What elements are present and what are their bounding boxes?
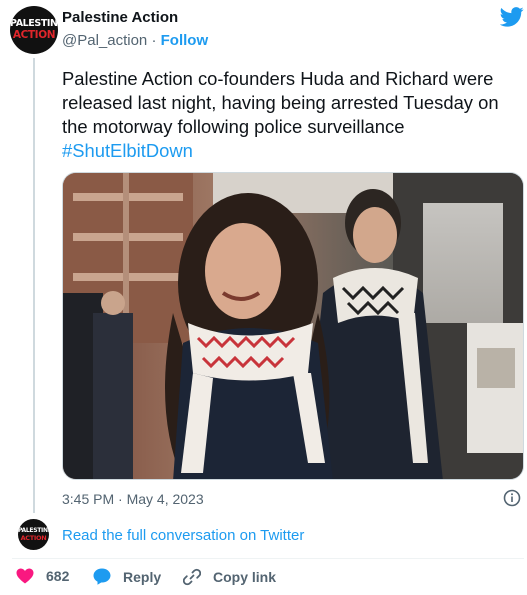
author-name[interactable]: Palestine Action: [62, 9, 178, 26]
reply-label: Reply: [123, 568, 162, 585]
tweet-body: Palestine Action co-founders Huda and Ri…: [62, 68, 499, 137]
reply-button[interactable]: Reply: [93, 568, 161, 585]
twitter-bird-icon[interactable]: [500, 7, 524, 27]
like-count: 682: [46, 568, 70, 584]
tweet-photo-image: [63, 173, 523, 479]
like-button[interactable]: 682: [16, 568, 69, 584]
conversation-avatar[interactable]: PALESTINE ACTION: [18, 519, 49, 550]
follow-link[interactable]: Follow: [161, 32, 209, 49]
tweet-photo[interactable]: [62, 172, 524, 480]
info-icon[interactable]: [503, 489, 521, 507]
hashtag-link[interactable]: #ShutElbitDown: [62, 139, 524, 163]
tweet-text: Palestine Action co-founders Huda and Ri…: [62, 67, 524, 163]
author-avatar[interactable]: PALESTINE ACTION: [10, 6, 58, 54]
copy-link-label: Copy link: [213, 569, 277, 585]
read-full-conversation-link[interactable]: Read the full conversation on Twitter: [62, 527, 304, 544]
author-handle[interactable]: @Pal_action: [62, 32, 147, 49]
avatar-text-bottom: ACTION: [12, 29, 56, 41]
tweet-actions-bar: 682 Reply Copy link: [0, 568, 527, 592]
avatar-text-top: PALESTINE: [10, 18, 58, 29]
copy-link-button[interactable]: Copy link: [183, 568, 276, 586]
author-handle-row: @Pal_action · Follow: [62, 32, 208, 49]
thread-line: [33, 58, 35, 513]
actions-divider: [12, 558, 524, 559]
handle-separator: ·: [151, 32, 157, 49]
tweet-embed-card: PALESTINE ACTION Palestine Action @Pal_a…: [0, 0, 527, 595]
heart-icon: [16, 568, 34, 584]
link-icon: [183, 568, 201, 586]
conversation-avatar-text-bottom: ACTION: [20, 534, 47, 542]
tweet-timestamp[interactable]: 3:45 PM · May 4, 2023: [62, 491, 204, 507]
reply-bubble-icon: [93, 568, 111, 585]
